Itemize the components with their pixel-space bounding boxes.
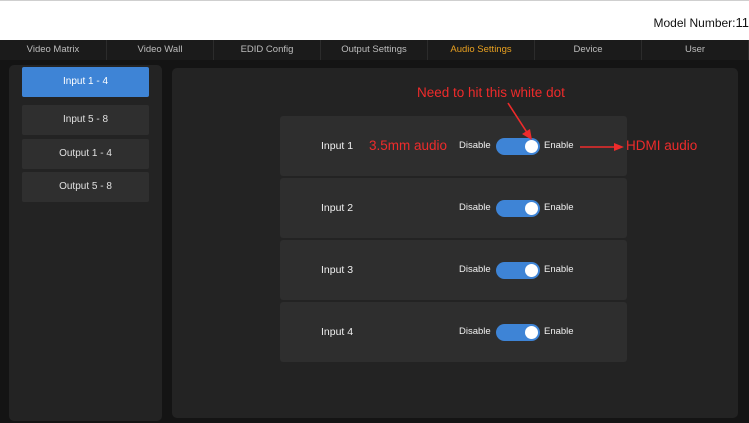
- disable-label: Disable: [459, 202, 491, 213]
- model-number-value: 11: [735, 15, 749, 30]
- disable-label: Disable: [459, 326, 491, 337]
- main-nav: Video Matrix Video Wall EDID Config Outp…: [0, 40, 749, 60]
- row-label: Input 4: [321, 326, 354, 338]
- enable-label: Enable: [544, 140, 574, 151]
- tab-video-wall[interactable]: Video Wall: [107, 40, 214, 60]
- enable-label: Enable: [544, 202, 574, 213]
- toggle-knob[interactable]: [525, 140, 538, 153]
- sidebar-item-input-5-8[interactable]: Input 5 - 8: [22, 105, 149, 135]
- audio-row-input-4: Input 4 Disable Enable: [280, 302, 627, 362]
- audio-row-input-2: Input 2 Disable Enable: [280, 178, 627, 238]
- row-label: Input 2: [321, 202, 354, 214]
- sidebar: Input 1 - 4 Input 5 - 8 Output 1 - 4 Out…: [9, 65, 162, 421]
- disable-label: Disable: [459, 140, 491, 151]
- toggle-knob[interactable]: [525, 326, 538, 339]
- main-panel: Input 1 Disable Enable Input 2 Disable E…: [172, 68, 738, 418]
- sidebar-item-output-1-4[interactable]: Output 1 - 4: [22, 139, 149, 169]
- toggle-knob[interactable]: [525, 264, 538, 277]
- enable-label: Enable: [544, 326, 574, 337]
- tab-user[interactable]: User: [642, 40, 749, 60]
- tab-audio-settings[interactable]: Audio Settings: [428, 40, 535, 60]
- audio-settings-list: Input 1 Disable Enable Input 2 Disable E…: [280, 116, 627, 362]
- audio-row-input-1: Input 1 Disable Enable: [280, 116, 627, 176]
- audio-toggle-input-3[interactable]: [496, 262, 540, 279]
- row-label: Input 3: [321, 264, 354, 276]
- audio-row-input-3: Input 3 Disable Enable: [280, 240, 627, 300]
- model-number: Model Number:11: [653, 15, 749, 30]
- annotation-white-dot: Need to hit this white dot: [417, 85, 565, 100]
- audio-toggle-input-2[interactable]: [496, 200, 540, 217]
- sidebar-item-input-1-4[interactable]: Input 1 - 4: [22, 67, 149, 97]
- tab-output-settings[interactable]: Output Settings: [321, 40, 428, 60]
- tab-edid-config[interactable]: EDID Config: [214, 40, 321, 60]
- row-label: Input 1: [321, 140, 354, 152]
- annotation-hdmi-audio: HDMI audio: [626, 138, 698, 153]
- content-area: Input 1 - 4 Input 5 - 8 Output 1 - 4 Out…: [0, 60, 749, 423]
- disable-label: Disable: [459, 264, 491, 275]
- audio-toggle-input-1[interactable]: [496, 138, 540, 155]
- sidebar-item-output-5-8[interactable]: Output 5 - 8: [22, 172, 149, 202]
- tab-device[interactable]: Device: [535, 40, 642, 60]
- annotation-3-5mm-audio: 3.5mm audio: [369, 138, 448, 153]
- toggle-knob[interactable]: [525, 202, 538, 215]
- tab-video-matrix[interactable]: Video Matrix: [0, 40, 107, 60]
- model-number-label: Model Number:: [653, 16, 736, 30]
- enable-label: Enable: [544, 264, 574, 275]
- audio-toggle-input-4[interactable]: [496, 324, 540, 341]
- top-bar: Model Number:11: [0, 0, 749, 40]
